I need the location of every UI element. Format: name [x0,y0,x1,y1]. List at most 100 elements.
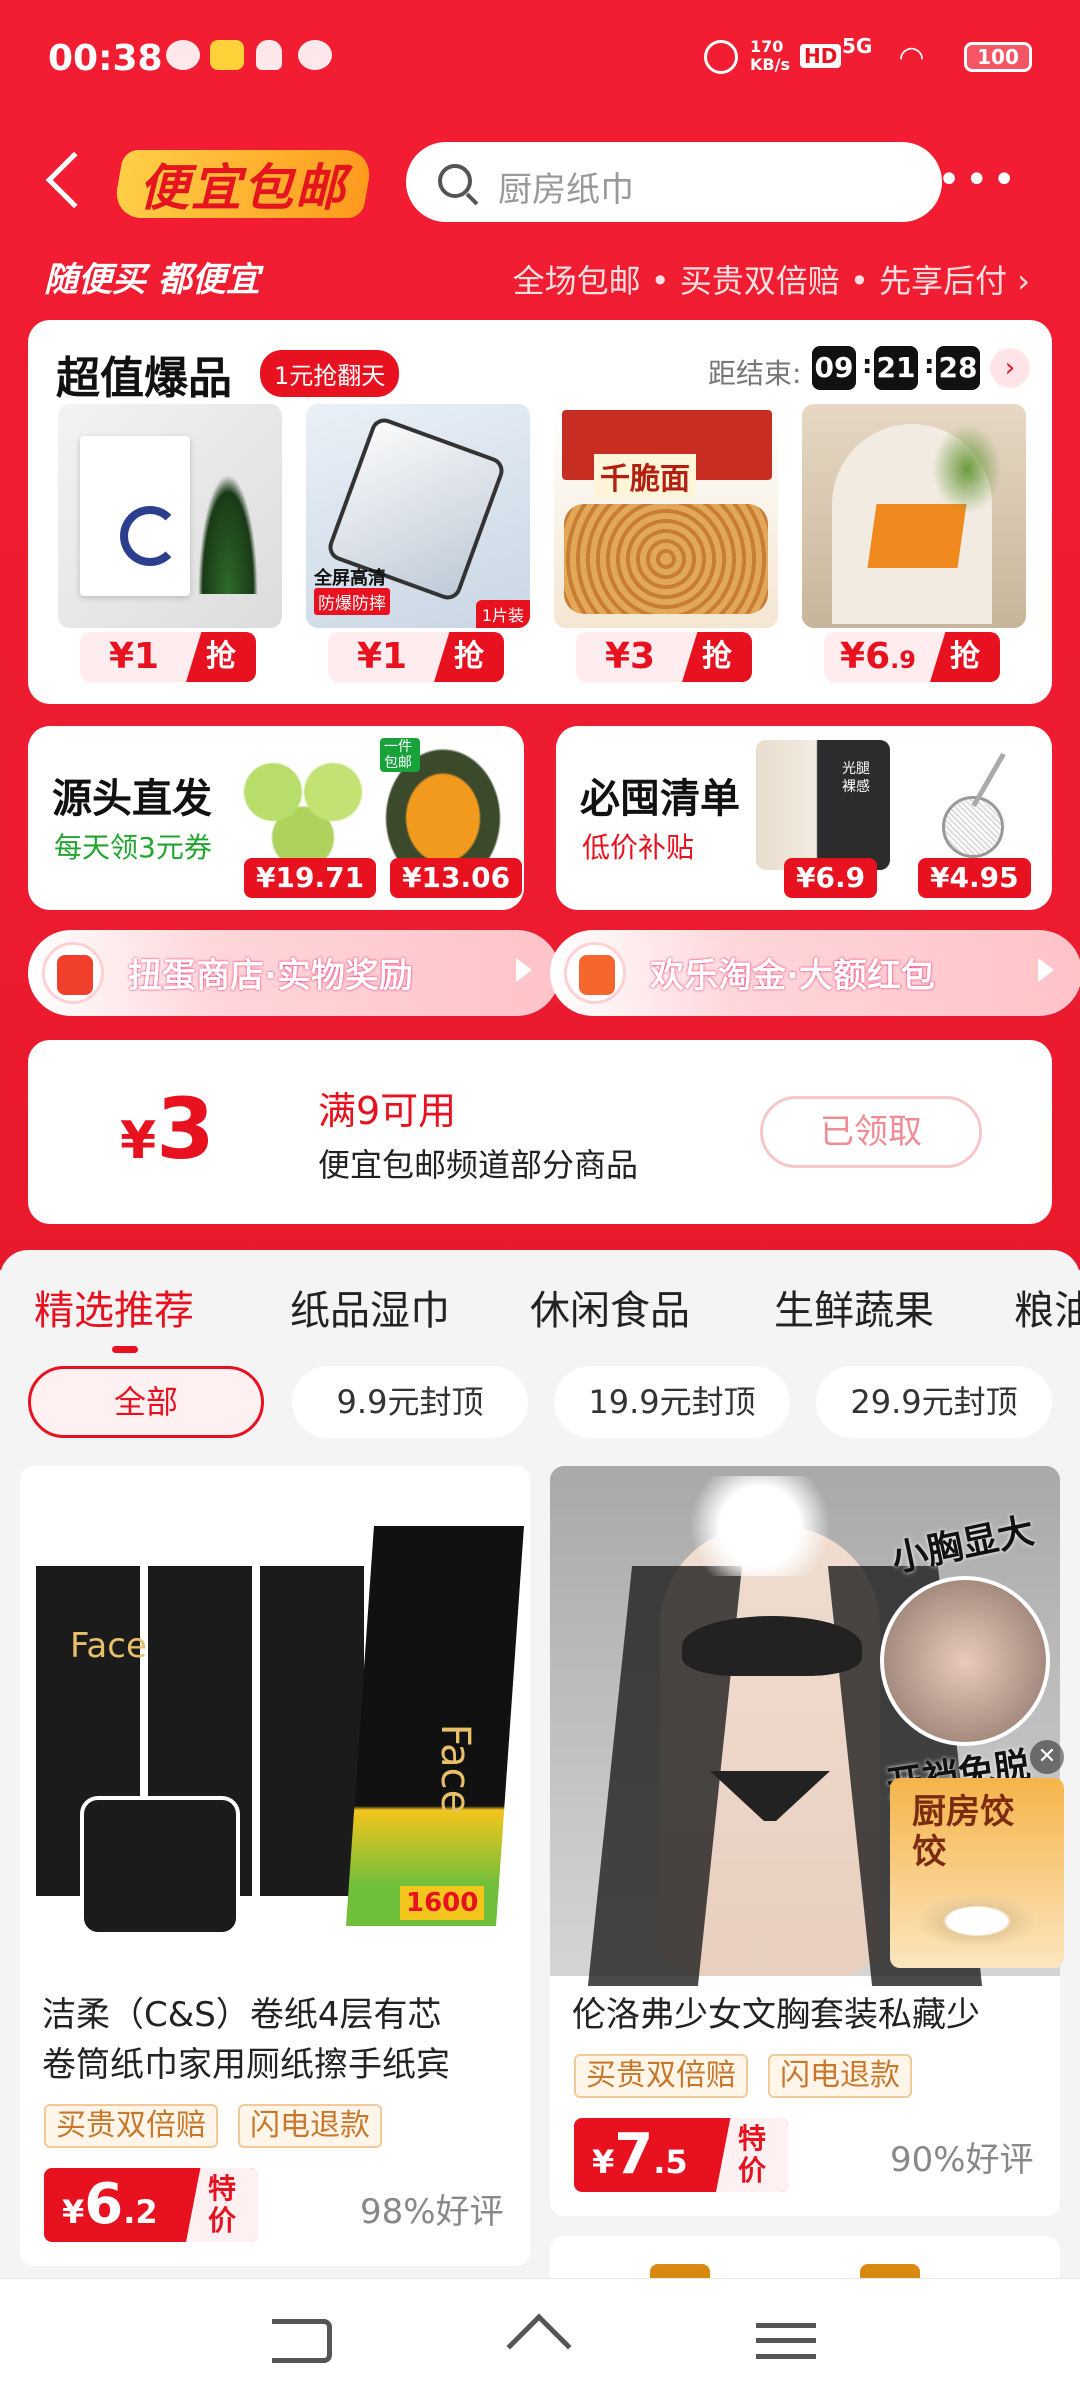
more-icon[interactable]: ••• [937,160,1020,200]
coupon-amount: ¥3 [120,1080,215,1178]
hot-product-image-2[interactable]: 全屏高清 防爆防摔 1片装 [306,404,530,628]
tab-featured[interactable]: 精选推荐 [34,1278,194,1336]
must-stock-card[interactable]: 必囤清单 低价补贴 光腿 裸感 ¥6.9 ¥4.95 [556,726,1052,910]
slogan-right-link[interactable]: 全场包邮 • 买贵双倍赔 • 先享后付 › [513,256,1030,302]
product-2-price-box: ¥7.5 特 价 [574,2118,788,2192]
stockings-box-text: 光腿 裸感 [842,761,870,795]
message-icon [298,40,332,70]
hot-deals-card: 超值爆品 1元抢翻天 距结束: 09 : 21 : 28 › 全屏高清 防爆防摔… [28,320,1052,704]
alarm-icon [704,40,738,74]
filter-29-9[interactable]: 29.9元封顶 [816,1366,1052,1438]
product-2-img-text: 小胸显大 [888,1510,1038,1581]
must-stock-price-1: ¥6.9 [784,858,878,898]
hot-deals-more-icon[interactable]: › [990,348,1030,388]
hot-product-image-4[interactable] [802,404,1026,628]
net-speed: 170 KB/s [750,37,790,74]
hot-product-2-badge: 1片装 [475,600,530,628]
hot-price-4: ¥6.9 [840,636,916,677]
hot-grab-button-1[interactable]: ¥1 抢 [80,632,256,682]
hot-grab-button-3[interactable]: ¥3 抢 [576,632,752,682]
product-1-name-line2: 卷筒纸巾家用厕纸擦手纸宾 [42,2045,450,2085]
search-placeholder: 厨房纸巾 [498,170,634,210]
wifi-icon: ◠ [900,40,924,75]
coupon-claimed-button[interactable]: 已领取 [760,1096,982,1168]
floating-ad[interactable]: 厨房饺饺 [890,1778,1064,1968]
hot-product-3-text: 千脆面 [594,454,696,498]
slogan-left: 随便买 都便宜 [44,260,260,300]
hot-deals-tag: 1元抢翻天 [260,350,400,397]
product-1-rating: 98%好评 [360,2192,504,2232]
hot-product-image-3[interactable]: 千脆面 [554,404,778,628]
product-1-special-label: 特 价 [186,2168,258,2242]
coupon-desc: 便宜包邮频道部分商品 [318,1146,639,1184]
back-icon[interactable] [45,151,103,209]
search-icon [438,164,472,198]
tab-paper[interactable]: 纸品湿巾 [290,1278,450,1336]
product-2-price: ¥7.5 [592,2122,688,2187]
home-icon[interactable] [506,2313,572,2379]
product-2-rating: 90%好评 [890,2140,1034,2180]
app-notification-icon [210,40,244,70]
countdown-label: 距结束: [708,357,802,390]
qq-icon [256,40,282,70]
product-1-name-line1: 洁柔（C&S）卷纸4层有芯 [42,1995,442,2035]
source-direct-card[interactable]: 源头直发 每天领3元券 一件包邮 ¥19.71 ¥13.06 [28,726,524,910]
gacha-store-button[interactable]: 扭蛋商店·实物奖励 [28,930,560,1016]
product-1-image: Face Face 1600 [20,1466,530,1976]
battery-icon: 100 [964,42,1032,72]
must-stock-desc: 低价补贴 [582,831,695,864]
product-1-price: ¥6.2 [62,2172,158,2237]
apples-image [228,740,378,870]
hot-product-2-text2: 防爆防摔 [314,588,390,615]
filter-all[interactable]: 全部 [28,1366,264,1438]
must-stock-price-2: ¥4.95 [918,858,1031,898]
gold-mining-label: 欢乐淘金·大额红包 [650,956,935,996]
red-envelope-icon [42,942,104,1004]
active-tab-indicator [112,1346,138,1353]
must-stock-title: 必囤清单 [580,776,740,822]
top-bar: 便宜包邮 厨房纸巾 ••• [0,140,1080,230]
hot-product-2-text: 全屏高清 [314,568,386,589]
countdown-seconds: 28 [936,346,980,390]
tab-grain[interactable]: 粮油 [1014,1278,1080,1336]
status-bar: 00:38 170 KB/s HD 5G ◠ 100 [0,0,1080,120]
hd-badge: HD [800,44,842,68]
product-1-img-text-vertical: Face [432,1723,479,1815]
signal-icon: 5G [842,34,873,58]
menu-icon[interactable] [756,2323,816,2359]
close-icon[interactable]: ✕ [1030,1740,1064,1774]
chevron-right-icon [1038,958,1054,982]
source-direct-desc: 每天领3元券 [54,831,212,864]
skimmer-image [916,740,1036,870]
hot-price-3: ¥3 [604,636,656,677]
source-direct-price-2: ¥13.06 [390,858,523,898]
tab-fresh[interactable]: 生鲜蔬果 [774,1278,934,1336]
grab-label: 抢 [186,632,256,682]
filter-9-9[interactable]: 9.9元封顶 [292,1366,528,1438]
hot-product-image-1[interactable] [58,404,282,628]
coupon-card: ¥3 满9可用 便宜包邮频道部分商品 已领取 [28,1040,1052,1224]
tab-snacks[interactable]: 休闲食品 [530,1278,690,1336]
hot-grab-button-4[interactable]: ¥6.9 抢 [824,632,1000,682]
source-direct-price-1: ¥19.71 [244,858,377,898]
gold-mining-button[interactable]: 欢乐淘金·大额红包 [550,930,1080,1016]
product-2-tag-refund: 闪电退款 [768,2054,912,2098]
search-input[interactable]: 厨房纸巾 [406,142,942,222]
filter-19-9[interactable]: 19.9元封顶 [554,1366,790,1438]
grab-label: 抢 [682,632,752,682]
hot-grab-button-2[interactable]: ¥1 抢 [328,632,504,682]
product-1-img-text: Face [70,1626,147,1666]
product-1-tag-refund: 闪电退款 [238,2104,382,2148]
product-2-tag-compensation: 买贵双倍赔 [574,2054,748,2098]
countdown-minutes: 21 [874,346,918,390]
wechat-icon [166,40,200,70]
system-nav-bar [0,2278,1080,2400]
status-time: 00:38 [48,38,163,79]
product-card-1[interactable]: Face Face 1600 洁柔（C&S）卷纸4层有芯 卷筒纸巾家用厕纸擦手纸… [20,1466,530,2266]
channel-logo-text: 便宜包邮 [139,159,347,217]
gacha-store-label: 扭蛋商店·实物奖励 [128,956,413,996]
hot-price-2: ¥1 [356,636,408,677]
back-nav-icon[interactable] [272,2319,332,2363]
stockings-image: 光腿 裸感 [756,740,890,870]
chevron-right-icon [516,958,532,982]
